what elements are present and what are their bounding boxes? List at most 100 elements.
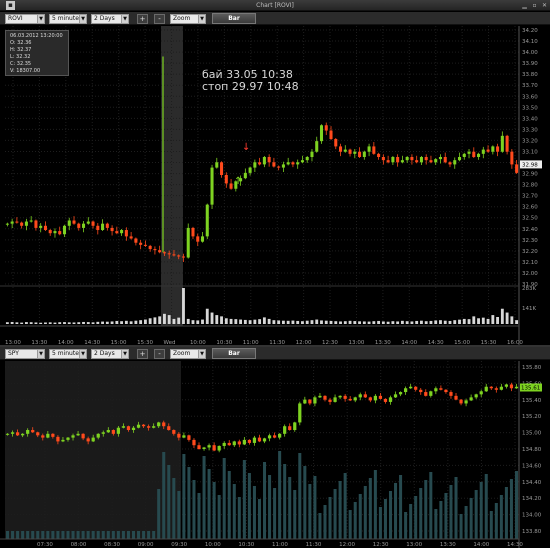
bar-type-button[interactable]: Bar (212, 348, 256, 359)
close-icon[interactable]: ✕ (541, 2, 548, 9)
volume-bar (469, 498, 473, 539)
volume-bar (115, 320, 119, 324)
volume-bar (514, 471, 518, 539)
volume-bar (328, 497, 332, 539)
range-select[interactable]: 2 Days ▼ (91, 14, 129, 24)
candle-body (439, 388, 443, 390)
volume-bar (338, 481, 342, 539)
volume-bar (197, 493, 201, 539)
volume-bar (91, 531, 95, 539)
volume-bar (72, 322, 76, 324)
volume-bar (153, 317, 157, 324)
candle-body (277, 166, 281, 168)
candle-body (310, 151, 314, 157)
last-price-label: 32.98 (522, 162, 538, 168)
candle-body (205, 204, 209, 237)
candle-body (429, 160, 433, 163)
y-tick-label: 32.90 (522, 172, 538, 178)
volume-bar (129, 321, 133, 324)
zoom-out-button[interactable]: - (154, 349, 165, 359)
volume-bar (192, 480, 196, 539)
candle-body (358, 394, 362, 398)
zoom-select[interactable]: Zoom ▼ (170, 349, 206, 359)
volume-bar (182, 288, 185, 324)
candle-body (257, 437, 262, 442)
chart-window: ▪ Chart [ROVI] ▁ ▫ ✕ ROVI ▼ 5 minutes ▼ 2 … (0, 0, 550, 548)
candle-body (110, 227, 114, 232)
window-title: Chart [ROVI] (256, 2, 294, 9)
y-tick-label: 134.00 (522, 513, 542, 519)
spy-chart[interactable]: 135.80135.60135.40135.20135.00134.80134.… (0, 361, 550, 548)
y-tick-label: 33.40 (522, 116, 538, 122)
volume-bar (77, 322, 81, 324)
chevron-down-icon[interactable]: ▼ (37, 350, 44, 358)
volume-bar (26, 531, 30, 539)
range-value: 2 Days (94, 350, 115, 357)
symbol-field[interactable]: ROVI ▼ (5, 14, 45, 24)
volume-bar (348, 320, 352, 324)
candle-body (486, 149, 490, 152)
volume-bar (509, 479, 513, 539)
zoom-select[interactable]: Zoom ▼ (170, 14, 206, 24)
candle-body (291, 162, 295, 165)
candle-body (46, 433, 50, 438)
candle-body (362, 151, 366, 157)
volume-bar (111, 531, 115, 539)
candle-body (96, 433, 100, 438)
chevron-down-icon[interactable]: ▼ (79, 15, 86, 23)
y-tick-label: 134.20 (522, 496, 542, 502)
x-tick-label: 08:00 (71, 542, 87, 548)
y-tick-label: 32.00 (522, 271, 538, 277)
candle-body (404, 388, 408, 393)
range-select[interactable]: 2 Days ▼ (91, 349, 129, 359)
interval-select[interactable]: 5 minutes ▼ (49, 14, 87, 24)
candle-body (86, 221, 90, 224)
maximize-icon[interactable]: ▫ (531, 2, 538, 9)
candle-body (353, 151, 357, 154)
candle-body (167, 426, 171, 431)
candle-body (469, 397, 473, 401)
volume-bar (424, 321, 428, 324)
candle-body (91, 221, 95, 226)
y-tick-label: 134.80 (522, 447, 542, 453)
candle-body (5, 433, 10, 435)
interval-select[interactable]: 5 minutes ▼ (49, 349, 87, 359)
volume-bar (434, 320, 438, 324)
candle-body (20, 222, 24, 226)
chevron-down-icon[interactable]: ▼ (198, 350, 205, 358)
candle-body (474, 394, 478, 398)
volume-bar (5, 322, 9, 324)
chevron-down-icon[interactable]: ▼ (121, 350, 128, 358)
candle-body (96, 225, 100, 231)
volume-bar (162, 452, 166, 539)
volume-bar (61, 531, 65, 539)
volume-bar (386, 321, 390, 324)
volume-bar (215, 315, 219, 324)
y-tick-label: 33.80 (522, 72, 538, 78)
chevron-down-icon[interactable]: ▼ (198, 15, 205, 23)
zoom-out-button[interactable]: - (154, 14, 165, 24)
candle-body (212, 445, 216, 451)
candle-body (368, 397, 372, 401)
volume-bar (187, 467, 191, 539)
candle-body (303, 399, 307, 404)
volume-bar (510, 316, 514, 324)
minimize-icon[interactable]: ▁ (521, 2, 528, 9)
volume-bar (500, 308, 504, 324)
x-tick-label: 10:30 (238, 542, 254, 548)
volume-bar (212, 482, 216, 539)
volume-bar (148, 318, 152, 324)
volume-bar (318, 513, 322, 539)
zoom-in-button[interactable]: + (137, 349, 148, 359)
chevron-down-icon[interactable]: ▼ (121, 15, 128, 23)
volume-bar (439, 320, 442, 324)
volume-bar (499, 495, 503, 539)
volume-bar (409, 504, 413, 539)
bar-type-button[interactable]: Bar (212, 13, 256, 24)
symbol-field[interactable]: SPY ▼ (5, 349, 45, 359)
volume-bar (196, 320, 200, 324)
chevron-down-icon[interactable]: ▼ (37, 15, 44, 23)
candle-body (481, 149, 485, 154)
chevron-down-icon[interactable]: ▼ (79, 350, 86, 358)
zoom-in-button[interactable]: + (137, 14, 148, 24)
